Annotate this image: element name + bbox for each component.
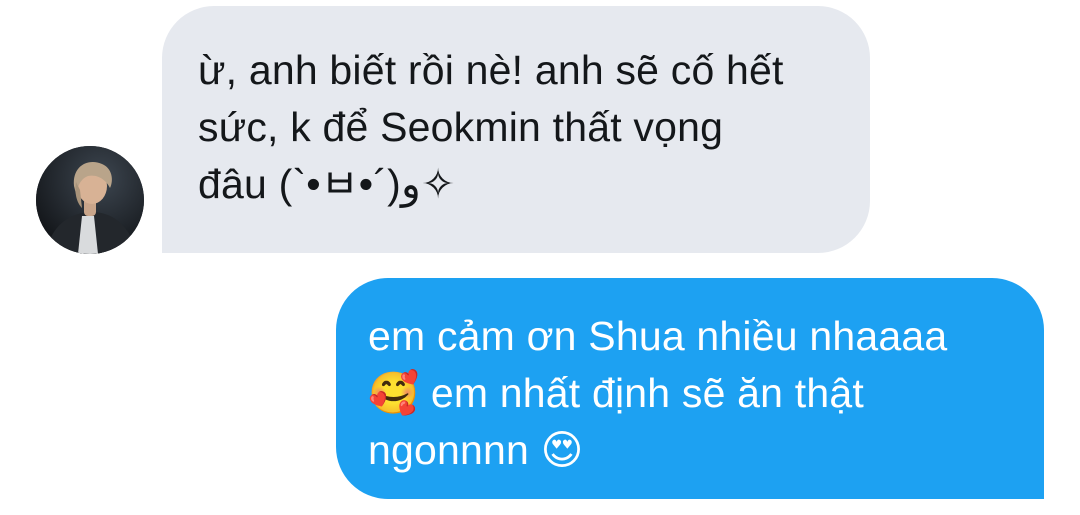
avatar-image — [36, 146, 144, 254]
avatar[interactable] — [36, 146, 144, 254]
message-text-line: 🥰 em nhất định sẽ ăn thật — [368, 370, 864, 416]
message-text-line: ngonnnn 😍 — [368, 427, 584, 473]
sent-message-bubble[interactable]: em cảm ơn Shua nhiều nhaaaa 🥰 em nhất đị… — [336, 278, 1044, 499]
message-text-line: sức, k để Seokmin thất vọng — [198, 104, 724, 150]
message-text-line: đâu (`•ㅂ•´)و✧ — [198, 161, 456, 207]
message-thread: ừ, anh biết rồi nè! anh sẽ cố hết sức, k… — [0, 0, 1080, 515]
received-message-bubble[interactable]: ừ, anh biết rồi nè! anh sẽ cố hết sức, k… — [162, 6, 870, 253]
message-text-line: ừ, anh biết rồi nè! anh sẽ cố hết — [198, 47, 784, 93]
message-text-line: em cảm ơn Shua nhiều nhaaaa — [368, 313, 948, 359]
